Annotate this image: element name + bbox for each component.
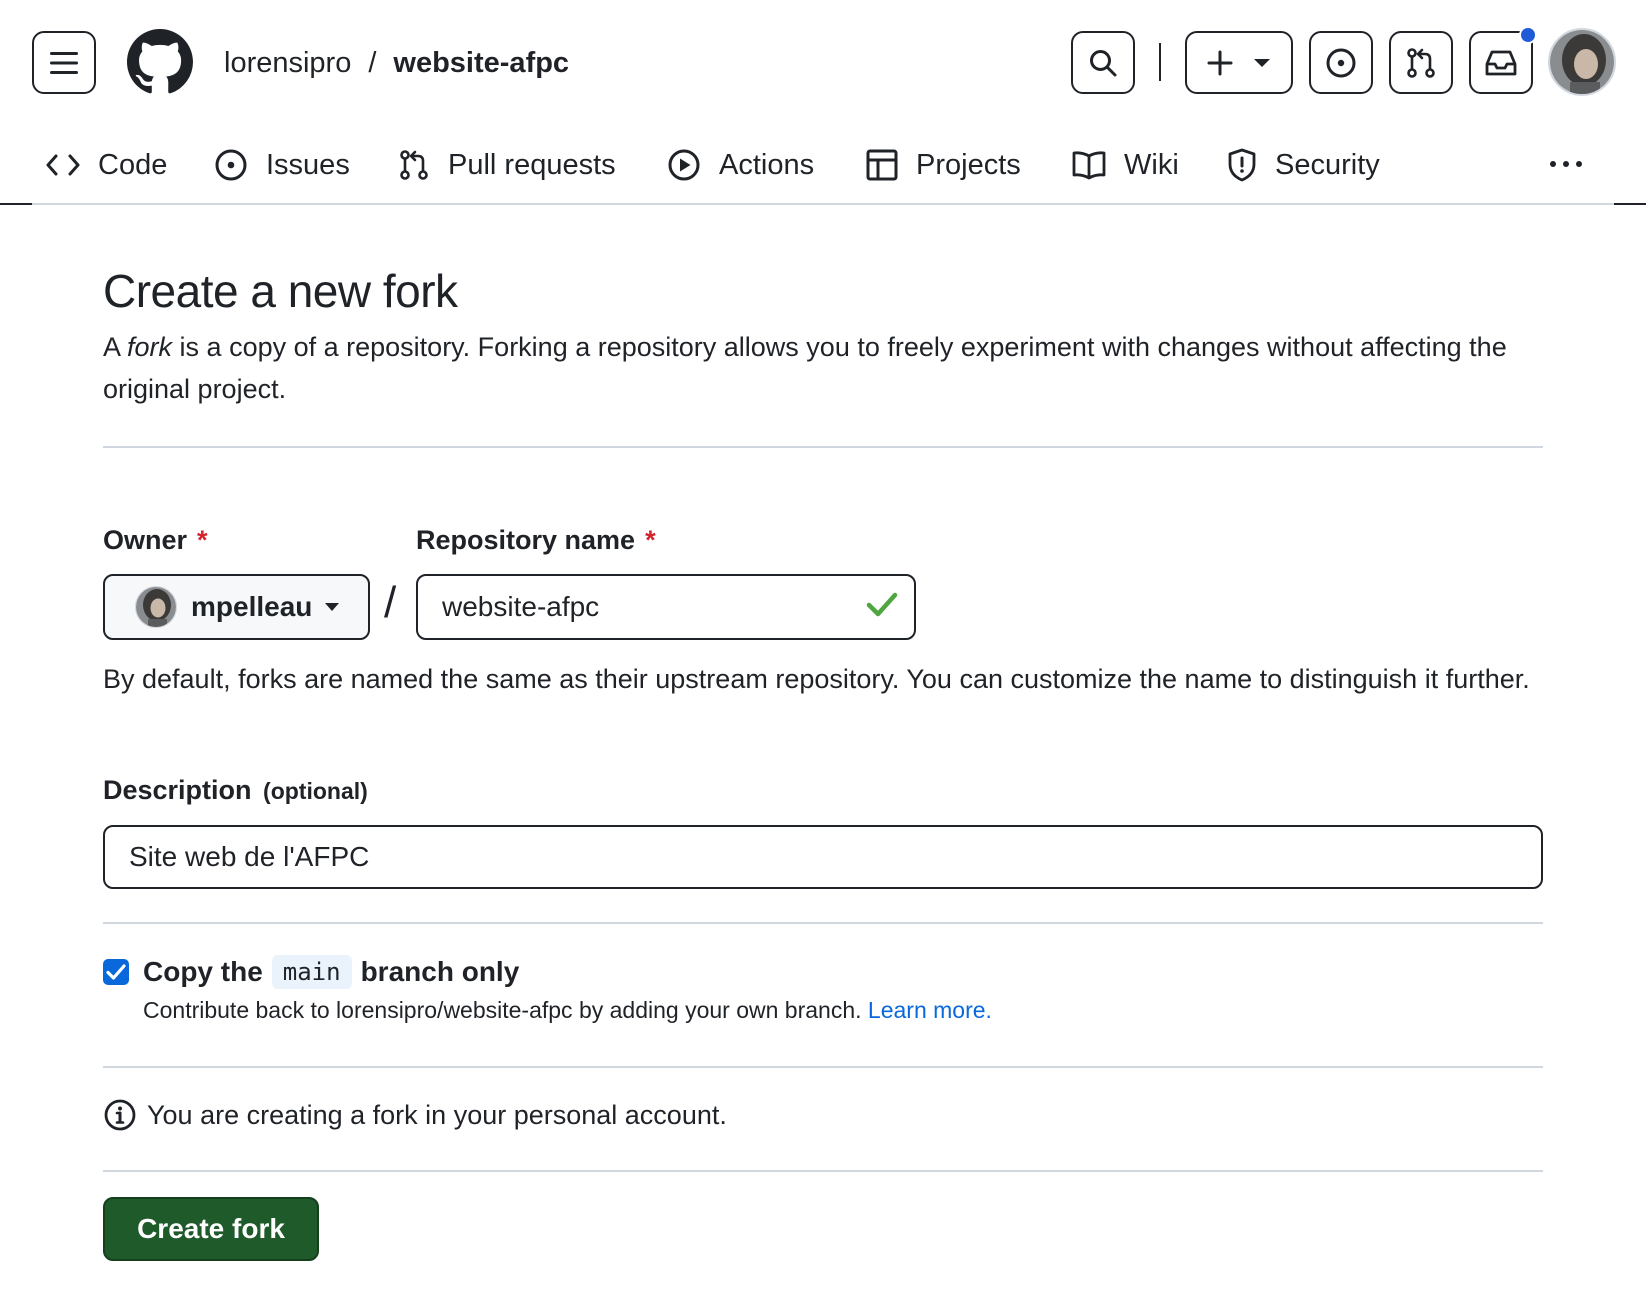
repo-name-label-text: Repository name	[416, 525, 636, 555]
owner-label: Owner *	[103, 525, 208, 556]
copy-main-branch-checkbox[interactable]	[103, 959, 129, 985]
description-label-text: Description	[103, 775, 252, 805]
info-icon	[104, 1099, 136, 1131]
copy-help-text: Contribute back to lorensipro/website-af…	[143, 997, 862, 1023]
create-new-button[interactable]	[1185, 31, 1293, 94]
nav-border-accent-left	[0, 203, 32, 205]
git-pull-request-icon	[1407, 47, 1435, 78]
github-logo-icon[interactable]	[127, 29, 193, 95]
tab-wiki[interactable]: Wiki	[1072, 144, 1179, 186]
create-fork-button[interactable]: Create fork	[103, 1197, 319, 1261]
table-icon	[866, 149, 898, 181]
info-text: You are creating a fork in your personal…	[147, 1099, 727, 1130]
repository-nav: Code Issues Pull requests Actions Projec…	[0, 124, 1646, 206]
tab-issues-label: Issues	[266, 148, 350, 181]
code-icon	[46, 154, 80, 176]
tab-projects[interactable]: Projects	[866, 144, 1021, 186]
header-divider	[1159, 43, 1161, 81]
description-label: Description (optional)	[103, 775, 368, 806]
plus-icon	[1207, 50, 1233, 75]
copy-label-suffix: branch only	[360, 956, 520, 987]
description-input[interactable]: Site web de l'AFPC	[103, 825, 1543, 889]
nav-bottom-border	[0, 203, 1646, 205]
checkmark-icon	[106, 964, 126, 980]
inbox-icon	[1485, 50, 1517, 75]
avatar-photo	[1550, 30, 1614, 94]
copy-branch-help: Contribute back to lorensipro/website-af…	[143, 997, 992, 1024]
check-icon	[866, 592, 898, 617]
shield-icon	[1228, 148, 1256, 182]
intro-prefix: A	[103, 332, 128, 362]
tab-wiki-label: Wiki	[1124, 148, 1179, 181]
fork-destination-info: You are creating a fork in your personal…	[103, 1098, 727, 1132]
owner-repo-separator: /	[384, 578, 397, 627]
search-icon	[1090, 49, 1117, 76]
kebab-horizontal-icon[interactable]	[1548, 152, 1584, 176]
notification-indicator	[1519, 26, 1537, 44]
intro-emphasis: fork	[127, 332, 173, 362]
tab-pull-requests[interactable]: Pull requests	[398, 144, 616, 186]
tab-code[interactable]: Code	[46, 144, 167, 186]
breadcrumb-owner-link[interactable]: lorensipro	[224, 47, 351, 80]
intro-suffix: is a copy of a repository. Forking a rep…	[103, 332, 1507, 404]
triangle-down-icon	[1254, 58, 1270, 67]
branch-name-code: main	[271, 955, 352, 989]
hamburger-icon	[50, 51, 78, 74]
copy-main-branch-label[interactable]: Copy the main branch only	[143, 952, 519, 992]
book-icon	[1072, 151, 1106, 180]
tab-security-label: Security	[1275, 148, 1380, 181]
required-marker: *	[645, 525, 656, 555]
tab-projects-label: Projects	[916, 148, 1021, 181]
divider	[103, 1066, 1543, 1068]
repo-name-label: Repository name *	[416, 525, 656, 556]
owner-label-text: Owner	[103, 525, 188, 555]
page-title: Create a new fork	[103, 265, 458, 317]
owner-avatar-photo	[136, 587, 176, 627]
git-pull-request-icon	[400, 150, 428, 180]
breadcrumb-repo-link[interactable]: website-afpc	[393, 47, 569, 80]
divider	[103, 922, 1543, 924]
breadcrumb-separator: /	[368, 46, 377, 79]
global-header: lorensipro / website-afpc	[0, 0, 1646, 124]
menu-button[interactable]	[32, 31, 96, 94]
divider	[103, 1170, 1543, 1172]
tab-pull-requests-label: Pull requests	[448, 148, 616, 181]
repository-name-input[interactable]: website-afpc	[416, 574, 916, 640]
your-pull-requests-button[interactable]	[1389, 31, 1453, 94]
breadcrumb: lorensipro / website-afpc	[224, 44, 569, 82]
issue-opened-icon	[215, 149, 247, 181]
triangle-down-icon	[325, 603, 340, 611]
page-intro: A fork is a copy of a repository. Forkin…	[103, 326, 1543, 410]
tab-issues[interactable]: Issues	[214, 144, 350, 186]
owner-select-value: mpelleau	[191, 591, 313, 622]
tab-security[interactable]: Security	[1227, 144, 1380, 186]
tab-code-label: Code	[98, 148, 168, 181]
owner-select[interactable]: mpelleau	[103, 574, 370, 640]
required-marker: *	[197, 525, 208, 555]
play-icon	[668, 149, 700, 181]
user-avatar[interactable]	[1548, 28, 1616, 96]
search-button[interactable]	[1071, 31, 1135, 94]
tab-actions-label: Actions	[719, 148, 815, 181]
issue-opened-icon	[1326, 48, 1356, 77]
learn-more-link[interactable]: Learn more.	[868, 997, 992, 1023]
tab-actions[interactable]: Actions	[667, 144, 814, 186]
avatar	[135, 586, 177, 628]
optional-hint: (optional)	[263, 778, 368, 804]
divider	[103, 446, 1543, 448]
copy-label-prefix: Copy the	[143, 956, 263, 987]
nav-border-accent-right	[1614, 203, 1646, 205]
your-issues-button[interactable]	[1309, 31, 1373, 94]
repo-name-help: By default, forks are named the same as …	[103, 664, 1530, 694]
